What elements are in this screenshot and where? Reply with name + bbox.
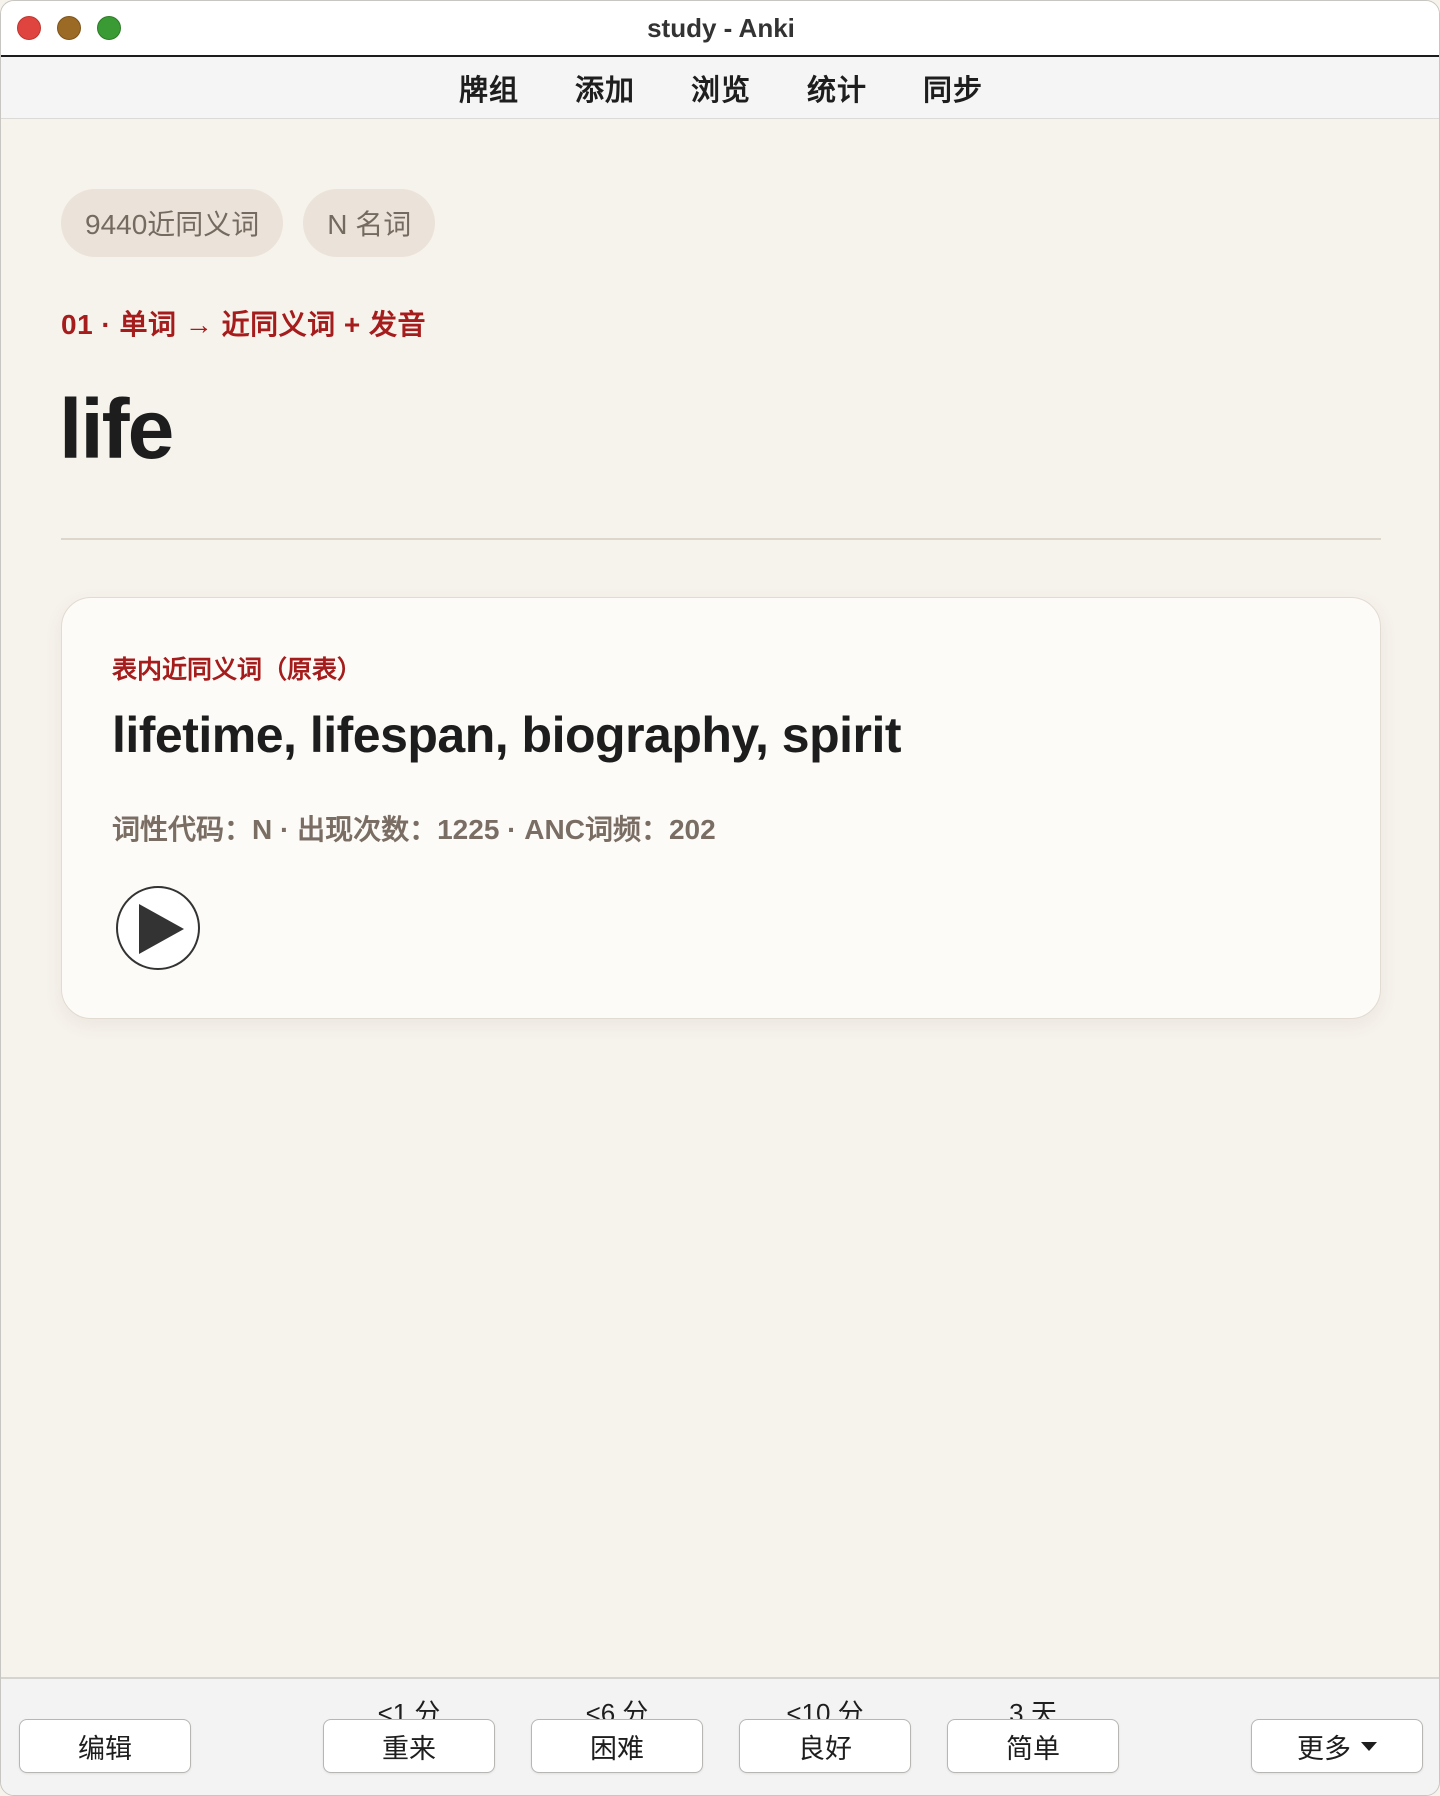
play-icon	[139, 904, 184, 954]
toolbar-add[interactable]: 添加	[547, 67, 663, 109]
card-type-label: 01 · 单词 → 近同义词 + 发音	[61, 309, 426, 340]
again-button[interactable]: 重来	[323, 1719, 495, 1773]
synonym-list: lifetime, lifespan, biography, spirit	[112, 707, 902, 763]
synonym-card-label: 表内近同义词（原表）	[112, 656, 363, 684]
card-tags: 9440近同义词 N 名词	[61, 189, 436, 257]
more-button-label: 更多	[1297, 1733, 1351, 1764]
chevron-down-icon	[1361, 1741, 1377, 1751]
tag-deck: 9440近同义词	[61, 189, 284, 257]
toolbar-sync[interactable]: 同步	[895, 67, 1011, 109]
title-bar: study - Anki	[1, 1, 1439, 57]
synonym-card: 表内近同义词（原表） lifetime, lifespan, biography…	[61, 597, 1381, 1019]
hard-button[interactable]: 困难	[531, 1719, 703, 1773]
word-metadata: 词性代码：N · 出现次数：1225 · ANC词频：202	[112, 814, 716, 845]
more-button[interactable]: 更多	[1251, 1719, 1423, 1773]
headword: life	[59, 382, 174, 476]
window-title: study - Anki	[647, 13, 795, 43]
play-audio-button[interactable]	[116, 886, 200, 970]
tag-part-of-speech: N 名词	[303, 189, 436, 257]
card-review-area: 9440近同义词 N 名词 01 · 单词 → 近同义词 + 发音 life 表…	[1, 119, 1439, 1677]
main-toolbar: 牌组 添加 浏览 统计 同步	[1, 57, 1439, 119]
anki-window: study - Anki 牌组 添加 浏览 统计 同步 9440近同义词 N 名…	[0, 0, 1440, 1796]
edit-button[interactable]: 编辑	[19, 1719, 191, 1773]
easy-button[interactable]: 简单	[947, 1719, 1119, 1773]
toolbar-browse[interactable]: 浏览	[663, 67, 779, 109]
answer-bar: 编辑 <1 分 重来 <6 分 困难 <10 分 良好 3 天 简单 更多	[1, 1677, 1439, 1795]
toolbar-stats[interactable]: 统计	[779, 67, 895, 109]
toolbar-decks[interactable]: 牌组	[431, 67, 547, 109]
divider	[61, 538, 1381, 540]
good-button[interactable]: 良好	[739, 1719, 911, 1773]
